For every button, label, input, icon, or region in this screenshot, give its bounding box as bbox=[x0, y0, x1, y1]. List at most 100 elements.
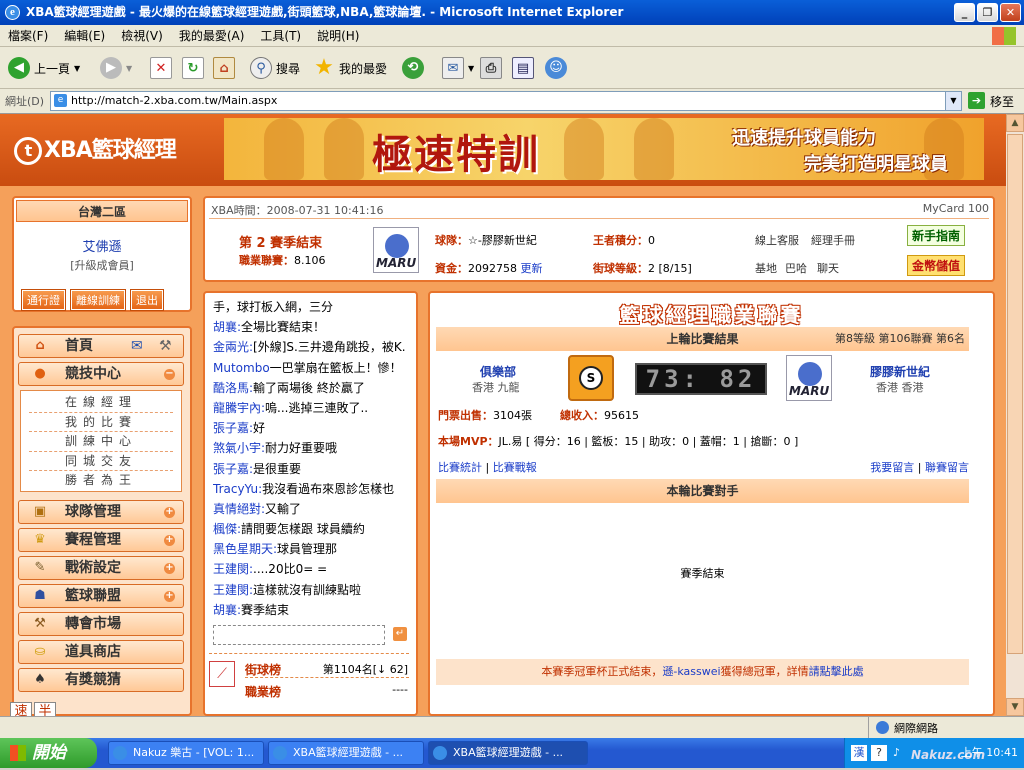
forward-button[interactable]: ▶ ▼ bbox=[100, 55, 132, 81]
nav-item-shop[interactable]: ⛀ 道具商店 bbox=[18, 640, 184, 664]
refresh-icon[interactable]: ↻ bbox=[182, 57, 204, 79]
chat-user-link[interactable]: 張子嘉: bbox=[213, 462, 253, 476]
logout-button[interactable]: 退出 bbox=[130, 289, 164, 311]
chat-user-link[interactable]: 張子嘉: bbox=[213, 421, 253, 435]
menu-help[interactable]: 說明(H) bbox=[309, 25, 367, 47]
home-icon[interactable]: ⌂ bbox=[213, 57, 235, 79]
chat-user-link[interactable]: 王建閔: bbox=[213, 583, 253, 597]
nav-tactics-settings[interactable]: ✎ 戰術設定 + bbox=[18, 556, 184, 580]
expand-icon[interactable]: + bbox=[164, 507, 175, 518]
offline-training-button[interactable]: 離線訓練 bbox=[70, 289, 126, 311]
messenger-icon[interactable]: ☺ bbox=[545, 57, 567, 79]
restore-button[interactable]: ❐ bbox=[977, 3, 998, 22]
menu-favorites[interactable]: 我的最愛(A) bbox=[171, 25, 253, 47]
nav-team-management[interactable]: ▣ 球隊管理 + bbox=[18, 500, 184, 524]
upgrade-link[interactable]: [升級成會員] bbox=[14, 257, 190, 273]
nav-home[interactable]: ⌂ 首頁 ✉ ⚒ bbox=[18, 334, 184, 358]
submenu-training-center[interactable]: 訓練中心 bbox=[29, 432, 173, 452]
go-button[interactable]: 移至 bbox=[990, 93, 1014, 110]
stop-icon[interactable]: ✕ bbox=[150, 57, 172, 79]
newbie-guide-button[interactable]: 新手指南 bbox=[907, 225, 966, 246]
champion-team-link[interactable]: 遜-kasswei bbox=[662, 665, 720, 678]
minimize-button[interactable]: _ bbox=[954, 3, 975, 22]
tools-icon[interactable]: ⚒ bbox=[159, 335, 172, 357]
site-logo[interactable]: t XBA籃球經理 bbox=[14, 132, 177, 165]
chat-user-link[interactable]: 黑色星期天: bbox=[213, 542, 277, 556]
match-stats-link[interactable]: 比賽統計 bbox=[438, 461, 482, 474]
dropdown-arrow-icon[interactable]: ▼ bbox=[126, 64, 132, 73]
address-input[interactable]: e http://match-2.xba.com.tw/Main.aspx ▼ bbox=[50, 91, 962, 111]
nav-transfer-market[interactable]: ⚒ 轉會市場 bbox=[18, 612, 184, 636]
online-service-link[interactable]: 線上客服 bbox=[755, 232, 799, 248]
submenu-online-managers[interactable]: 在線經理 bbox=[29, 393, 173, 413]
mycard-link[interactable]: MyCard 100 bbox=[923, 202, 989, 215]
scroll-thumb[interactable] bbox=[1007, 134, 1023, 654]
help-icon[interactable]: ? bbox=[871, 745, 887, 761]
go-arrow-icon[interactable]: ➔ bbox=[968, 92, 985, 109]
address-dropdown-icon[interactable]: ▼ bbox=[945, 92, 961, 110]
ad-banner[interactable]: 極速特訓 迅速提升球員能力 完美打造明星球員 bbox=[224, 118, 984, 180]
collapse-icon[interactable]: − bbox=[164, 369, 175, 380]
home-team-link[interactable]: 俱樂部 bbox=[480, 363, 516, 380]
user-name[interactable]: 艾佛遜 bbox=[14, 236, 190, 255]
submenu-my-matches[interactable]: 我的比賽 bbox=[29, 413, 173, 432]
gold-topup-button[interactable]: 金幣儲值 bbox=[907, 255, 966, 276]
nav-compete-center[interactable]: ● 競技中心 − bbox=[18, 362, 184, 386]
details-link[interactable]: 請點擊此處 bbox=[809, 665, 864, 678]
mail-icon[interactable]: ✉ bbox=[131, 335, 143, 357]
start-button[interactable]: 開始 bbox=[0, 738, 97, 768]
print-icon[interactable]: ⎙ bbox=[480, 57, 502, 79]
dropdown-arrow-icon[interactable]: ▼ bbox=[74, 64, 80, 73]
away-team-link[interactable]: 膠膠新世紀 bbox=[870, 363, 930, 380]
vertical-scrollbar[interactable]: ▲ ▼ bbox=[1006, 114, 1024, 716]
menu-view[interactable]: 檢視(V) bbox=[113, 25, 171, 47]
chat-user-link[interactable]: 楓傑: bbox=[213, 522, 241, 536]
expand-icon[interactable]: + bbox=[164, 591, 175, 602]
submenu-local-friends[interactable]: 同城交友 bbox=[29, 452, 173, 471]
menu-edit[interactable]: 編輯(E) bbox=[56, 25, 113, 47]
chat-user-link[interactable]: 胡襄: bbox=[213, 320, 241, 334]
chat-input[interactable] bbox=[213, 625, 385, 645]
edit-icon[interactable]: ▤ bbox=[512, 57, 534, 79]
match-report-link[interactable]: 比賽戰報 bbox=[493, 461, 537, 474]
speaker-icon[interactable]: ♪ bbox=[893, 738, 900, 768]
base-link[interactable]: 基地 bbox=[755, 260, 777, 276]
nav-schedule-management[interactable]: ♛ 賽程管理 + bbox=[18, 528, 184, 552]
chat-user-link[interactable]: 胡襄: bbox=[213, 603, 241, 617]
mail-icon[interactable]: ✉ bbox=[442, 57, 464, 79]
history-icon[interactable]: ⟲ bbox=[402, 57, 424, 79]
task-xba-1[interactable]: XBA籃球經理遊戲 - ... bbox=[268, 741, 424, 765]
send-icon[interactable]: ↵ bbox=[393, 627, 407, 641]
chat-user-link[interactable]: Mutombo bbox=[213, 361, 270, 375]
chat-user-link[interactable]: TracyYu: bbox=[213, 482, 262, 496]
chat-user-link[interactable]: 金兩光: bbox=[213, 340, 253, 354]
chat-user-link[interactable]: 煞氣小宇: bbox=[213, 441, 265, 455]
manual-link[interactable]: 經理手冊 bbox=[811, 232, 855, 248]
submenu-winner-king[interactable]: 勝者為王 bbox=[29, 471, 173, 491]
update-link[interactable]: 更新 bbox=[521, 262, 543, 275]
nav-prize-quiz[interactable]: ♠ 有獎競猜 bbox=[18, 668, 184, 692]
passport-button[interactable]: 通行證 bbox=[21, 289, 66, 311]
task-nakuz[interactable]: Nakuz 樂古 - [VOL: 1... bbox=[108, 741, 264, 765]
speed-button[interactable]: 速 bbox=[10, 702, 32, 716]
back-button[interactable]: ◀ 上一頁 ▼ bbox=[8, 55, 80, 81]
chat-user-link[interactable]: 王建閔: bbox=[213, 562, 253, 576]
league-message-link[interactable]: 聯賽留言 bbox=[925, 461, 969, 474]
chat-user-link[interactable]: 龍騰宇內: bbox=[213, 401, 265, 415]
expand-icon[interactable]: + bbox=[164, 563, 175, 574]
expand-icon[interactable]: + bbox=[164, 535, 175, 546]
close-button[interactable]: ✕ bbox=[1000, 3, 1021, 22]
menu-tools[interactable]: 工具(T) bbox=[252, 25, 309, 47]
leave-message-link[interactable]: 我要留言 bbox=[870, 461, 914, 474]
favorites-button[interactable]: ★ 我的最愛 bbox=[313, 55, 387, 81]
chat-link[interactable]: 聊天 bbox=[817, 260, 839, 276]
scroll-down-icon[interactable]: ▼ bbox=[1006, 698, 1024, 716]
task-xba-2[interactable]: XBA籃球經理遊戲 - ... bbox=[428, 741, 588, 765]
bahamut-link[interactable]: 巴哈 bbox=[785, 260, 807, 276]
chat-user-link[interactable]: 酷洛馬: bbox=[213, 381, 253, 395]
ime-icon[interactable]: 漢 bbox=[851, 745, 867, 761]
scroll-up-icon[interactable]: ▲ bbox=[1006, 114, 1024, 132]
nav-basketball-alliance[interactable]: ☗ 籃球聯盟 + bbox=[18, 584, 184, 608]
dropdown-arrow-icon[interactable]: ▼ bbox=[468, 64, 474, 73]
half-width-button[interactable]: 半 bbox=[34, 702, 56, 716]
